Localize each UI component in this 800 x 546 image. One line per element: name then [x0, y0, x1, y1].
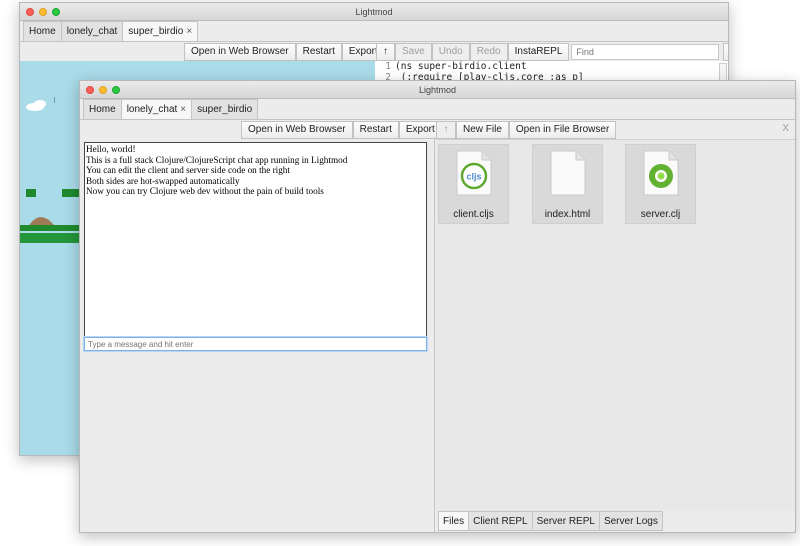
title-bar[interactable]: Lightmod [80, 81, 795, 99]
editor-toolbar: ↑ Save Undo Redo InstaREPL X [376, 43, 728, 61]
code-line: 1 (ns super-birdio.client [375, 61, 728, 72]
tab-server-logs[interactable]: Server Logs [598, 511, 663, 531]
app-toolbar: Open in Web Browser Restart Export [241, 121, 442, 139]
front-window: Lightmod Home lonely_chat × super_birdio … [79, 80, 796, 533]
pipe-block [26, 189, 36, 197]
tab-home[interactable]: Home [23, 21, 62, 41]
app-preview-panel: Open in Web Browser Restart Export Hello… [80, 121, 442, 532]
close-panel-button[interactable]: X [776, 121, 795, 139]
tab-client-repl[interactable]: Client REPL [468, 511, 533, 531]
minimize-window-button[interactable] [99, 86, 107, 94]
chat-message: Both sides are hot-swapped automatically [86, 175, 240, 186]
file-server-clj[interactable]: server.clj [625, 144, 696, 224]
chat-message: This is a full stack Clojure/ClojureScri… [86, 154, 348, 165]
tab-super-birdio[interactable]: super_birdio [191, 99, 259, 119]
open-web-browser-button[interactable]: Open in Web Browser [184, 43, 296, 61]
zoom-window-button[interactable] [112, 86, 120, 94]
chat-message: You can edit the client and server side … [86, 165, 290, 175]
file-name: server.clj [640, 209, 681, 220]
close-window-button[interactable] [86, 86, 94, 94]
tab-label: lonely_chat [126, 104, 178, 115]
instarepl-button[interactable]: InstaREPL [507, 43, 570, 61]
file-browser-panel: ↑ New File Open in File Browser X cljs c… [436, 121, 795, 532]
open-file-browser-button[interactable]: Open in File Browser [508, 121, 617, 139]
project-tabs: Home lonely_chat super_birdio × [20, 21, 728, 42]
app-toolbar: Open in Web Browser Restart Export [184, 43, 385, 61]
file-name: index.html [544, 209, 591, 220]
close-editor-button[interactable]: X [723, 43, 728, 61]
file-toolbar: ↑ New File Open in File Browser [436, 121, 617, 139]
tab-super-birdio[interactable]: super_birdio × [122, 21, 199, 41]
cljs-badge-text: cljs [466, 172, 481, 182]
close-tab-icon[interactable]: × [186, 26, 192, 37]
zoom-window-button[interactable] [52, 8, 60, 16]
tab-files[interactable]: Files [438, 511, 470, 531]
ground-bottom [20, 233, 80, 243]
tab-server-repl[interactable]: Server REPL [531, 511, 600, 531]
up-arrow-icon[interactable]: ↑ [376, 43, 395, 61]
title-bar[interactable]: Lightmod [20, 3, 728, 21]
chat-message: Now you can try Clojure web dev without … [86, 186, 324, 196]
restart-button[interactable]: Restart [352, 121, 399, 139]
restart-button[interactable]: Restart [295, 43, 342, 61]
cloud [26, 100, 46, 111]
close-tab-icon[interactable]: × [180, 104, 186, 115]
window-title: Lightmod [355, 7, 393, 17]
clojure-file-icon [643, 150, 679, 196]
find-input[interactable] [571, 44, 720, 60]
ground-top [20, 225, 80, 231]
chat-message: Hello, world! [86, 144, 136, 154]
tab-home[interactable]: Home [83, 99, 122, 119]
window-title: Lightmod [418, 85, 457, 95]
chat-log[interactable]: Hello, world! This is a full stack Cloju… [84, 142, 427, 337]
tab-label: super_birdio [197, 104, 253, 115]
tab-lonely-chat[interactable]: lonely_chat × [120, 99, 193, 119]
bottom-tab-bar: Files Client REPL Server REPL Server Log… [438, 511, 663, 531]
bird-sprite [54, 97, 55, 103]
new-file-button[interactable]: New File [456, 121, 509, 139]
file-client-cljs[interactable]: cljs client.cljs [438, 144, 509, 224]
undo-button[interactable]: Undo [431, 43, 470, 61]
window-controls [86, 86, 120, 94]
chat-message-input[interactable] [84, 337, 427, 351]
pipe-block [62, 189, 80, 197]
file-grid: cljs client.cljs index.html server.clj [436, 139, 795, 511]
open-web-browser-button[interactable]: Open in Web Browser [241, 121, 353, 139]
tab-label: Home [29, 26, 56, 37]
save-button[interactable]: Save [395, 43, 432, 61]
tab-label: Home [89, 104, 116, 115]
tab-lonely-chat[interactable]: lonely_chat [60, 21, 124, 41]
tab-label: lonely_chat [66, 26, 118, 37]
file-name: client.cljs [453, 209, 494, 220]
blank-file-icon [550, 150, 586, 196]
file-index-html[interactable]: index.html [532, 144, 603, 224]
close-window-button[interactable] [26, 8, 34, 16]
redo-button[interactable]: Redo [469, 43, 508, 61]
project-tabs: Home lonely_chat × super_birdio [80, 99, 795, 120]
code-text: (ns super-birdio.client [395, 61, 527, 72]
tab-label: super_birdio [128, 26, 184, 37]
up-arrow-icon[interactable]: ↑ [436, 121, 456, 139]
window-controls [26, 8, 60, 16]
cljs-file-icon: cljs [456, 150, 492, 196]
line-number: 1 [385, 61, 391, 72]
minimize-window-button[interactable] [39, 8, 47, 16]
